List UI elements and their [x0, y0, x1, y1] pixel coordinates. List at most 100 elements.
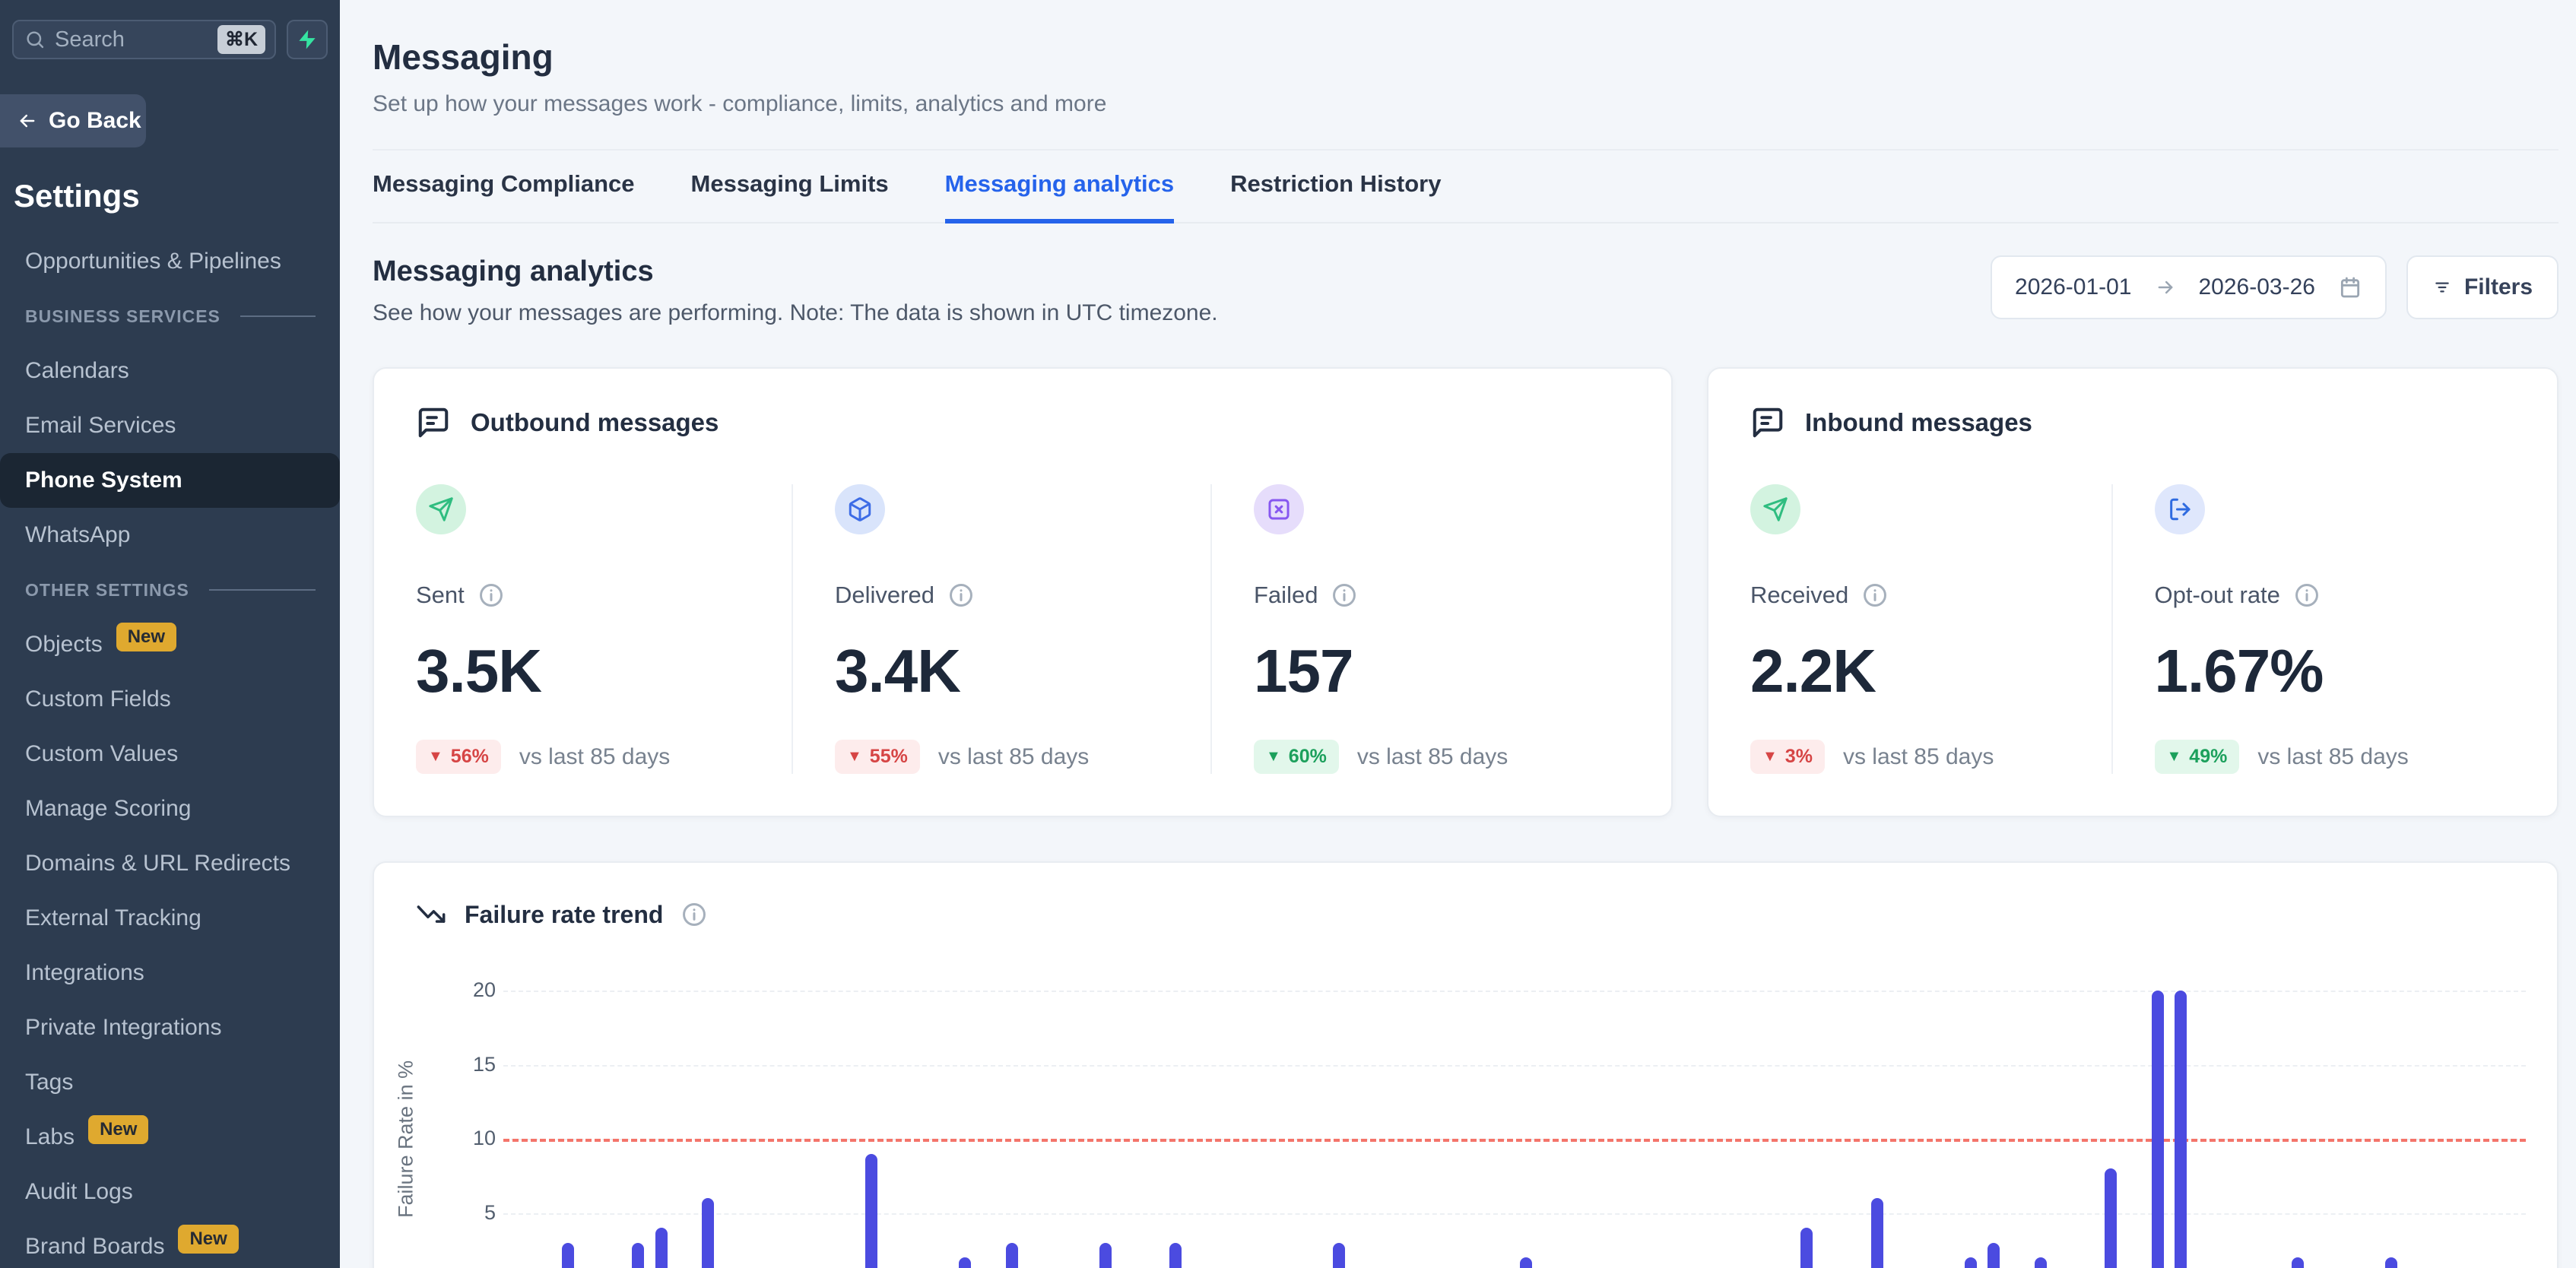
sidebar-item-calendars[interactable]: Calendars: [0, 344, 340, 398]
date-to-value[interactable]: 2026-03-26: [2199, 274, 2315, 300]
bar-feb-13: [1520, 1257, 1532, 1268]
bar-jan-29: [1169, 1243, 1182, 1268]
page-title: Messaging: [373, 36, 2559, 78]
sidebar-section-label: BUSINESS SERVICES: [25, 306, 220, 327]
sidebar-item-opportunities-pipelines[interactable]: Opportunities & Pipelines: [0, 234, 340, 289]
analytics-header-row: Messaging analytics See how your message…: [373, 255, 2559, 326]
sidebar-item-audit-logs[interactable]: Audit Logs: [0, 1165, 340, 1219]
metric-label: Opt-out rate: [2155, 582, 2280, 609]
tab-strip: Messaging Compliance Messaging Limits Mess…: [373, 149, 2559, 223]
tab-restriction-history[interactable]: Restriction History: [1230, 170, 1441, 223]
chart-plot: [503, 991, 2526, 1268]
xsquare-icon: [1266, 496, 1292, 522]
info-icon[interactable]: [478, 582, 504, 608]
sidebar-item-external-tracking[interactable]: External Tracking: [0, 891, 340, 946]
metric-value: 3.4K: [835, 636, 1210, 706]
sidebar-item-phone-system[interactable]: Phone System: [0, 453, 340, 508]
info-icon[interactable]: [948, 582, 974, 608]
bar-feb-5: [1333, 1243, 1345, 1268]
sidebar-item-brand-boards[interactable]: Brand BoardsNew: [0, 1219, 340, 1268]
filter-icon: [2432, 277, 2452, 297]
info-icon[interactable]: [681, 902, 707, 927]
package-icon: [847, 496, 873, 522]
go-back-label: Go Back: [49, 108, 141, 134]
metric-delivered: Delivered3.4K▼55%vs last 85 days: [792, 484, 1210, 774]
section-divider: [240, 315, 316, 317]
info-icon: [948, 582, 974, 608]
sidebar-item-custom-fields[interactable]: Custom Fields: [0, 672, 340, 727]
card-outbound-messages: Outbound messagesSent3.5K▼56%vs last 85 …: [373, 367, 1673, 817]
info-icon: [1862, 582, 1888, 608]
sidebar-item-label: WhatsApp: [25, 522, 130, 548]
tab-messaging-analytics[interactable]: Messaging analytics: [945, 170, 1175, 223]
metric-label: Failed: [1254, 582, 1318, 609]
sidebar-item-domains-url-redirects[interactable]: Domains & URL Redirects: [0, 836, 340, 891]
compare-label: vs last 85 days: [1843, 744, 1994, 770]
sidebar-item-email-services[interactable]: Email Services: [0, 398, 340, 453]
failure-rate-trend-card: Failure rate trend Failure Rate in % 051…: [373, 861, 2559, 1268]
tab-messaging-limits[interactable]: Messaging Limits: [691, 170, 889, 223]
info-icon: [1331, 582, 1357, 608]
y-tick-label: 20: [473, 978, 496, 1002]
metric-value: 2.2K: [1750, 636, 2111, 706]
gridline-20: [503, 991, 2526, 992]
sidebar-item-custom-values[interactable]: Custom Values: [0, 727, 340, 781]
quick-actions-button[interactable]: [287, 20, 328, 59]
delta-badge: ▼55%: [835, 740, 920, 774]
logout-icon-bubble: [2155, 484, 2205, 534]
bar-jan-20: [959, 1257, 971, 1268]
bar-mar-5: [1988, 1243, 2000, 1268]
go-back-button[interactable]: Go Back: [0, 94, 146, 147]
bar-jan-9: [702, 1198, 714, 1268]
search-icon: [24, 29, 46, 50]
filters-button[interactable]: Filters: [2406, 255, 2559, 319]
compare-label: vs last 85 days: [519, 744, 670, 770]
metric-value: 1.67%: [2155, 636, 2516, 706]
metric-opt-out-rate: Opt-out rate1.67%▼49%vs last 85 days: [2111, 484, 2516, 774]
tab-messaging-compliance[interactable]: Messaging Compliance: [373, 170, 635, 223]
send-icon-bubble: [416, 484, 466, 534]
new-badge: New: [116, 623, 176, 651]
delta-badge: ▼56%: [416, 740, 501, 774]
search-shortcut-chip: ⌘K: [217, 25, 265, 54]
sidebar-item-objects[interactable]: Objects New: [0, 617, 340, 672]
analytics-title: Messaging analytics: [373, 255, 1218, 288]
sidebar-item-label: Objects: [25, 632, 103, 658]
bolt-icon: [296, 28, 319, 51]
sidebar-item-label: Domains & URL Redirects: [25, 851, 290, 877]
bar-mar-12: [2152, 991, 2164, 1268]
send-icon: [428, 496, 454, 522]
compare-label: vs last 85 days: [2257, 744, 2408, 770]
info-icon[interactable]: [1862, 582, 1888, 608]
sidebar-title: Settings: [14, 178, 340, 214]
y-tick-label: 10: [473, 1127, 496, 1150]
send-icon: [1762, 496, 1788, 522]
bar-mar-7: [2035, 1257, 2047, 1268]
sidebar-item-private-integrations[interactable]: Private Integrations: [0, 1000, 340, 1055]
info-icon[interactable]: [2294, 582, 2320, 608]
metric-failed: Failed157▼60%vs last 85 days: [1210, 484, 1629, 774]
sidebar-item-labs[interactable]: LabsNew: [0, 1110, 340, 1165]
sidebar-item-integrations[interactable]: Integrations: [0, 946, 340, 1000]
package-icon-bubble: [835, 484, 885, 534]
date-from-value[interactable]: 2026-01-01: [2015, 274, 2131, 300]
arrow-left-icon: [17, 110, 38, 132]
sidebar-item-whatsapp[interactable]: WhatsApp: [0, 508, 340, 563]
sidebar-item-manage-scoring[interactable]: Manage Scoring: [0, 781, 340, 836]
info-icon[interactable]: [1331, 582, 1357, 608]
date-range-picker[interactable]: 2026-01-01 2026-03-26: [1991, 255, 2387, 319]
sidebar-section-other-settings: OTHER SETTINGS: [0, 563, 340, 617]
message-icon: [416, 405, 451, 440]
gridline-15: [503, 1065, 2526, 1067]
sidebar-item-label: Custom Fields: [25, 686, 171, 712]
delta-badge: ▼60%: [1254, 740, 1339, 774]
card-title: Outbound messages: [471, 408, 719, 437]
page-subtitle: Set up how your messages work - complian…: [373, 91, 2559, 117]
bar-jan-6: [632, 1243, 644, 1268]
search-input[interactable]: Search ⌘K: [12, 20, 276, 59]
triangle-down-icon: ▼: [847, 748, 862, 766]
message-icon: [1750, 405, 1785, 440]
sidebar-item-label: Integrations: [25, 960, 144, 986]
sidebar-item-label: Tags: [25, 1070, 73, 1095]
sidebar-item-tags[interactable]: Tags: [0, 1055, 340, 1110]
